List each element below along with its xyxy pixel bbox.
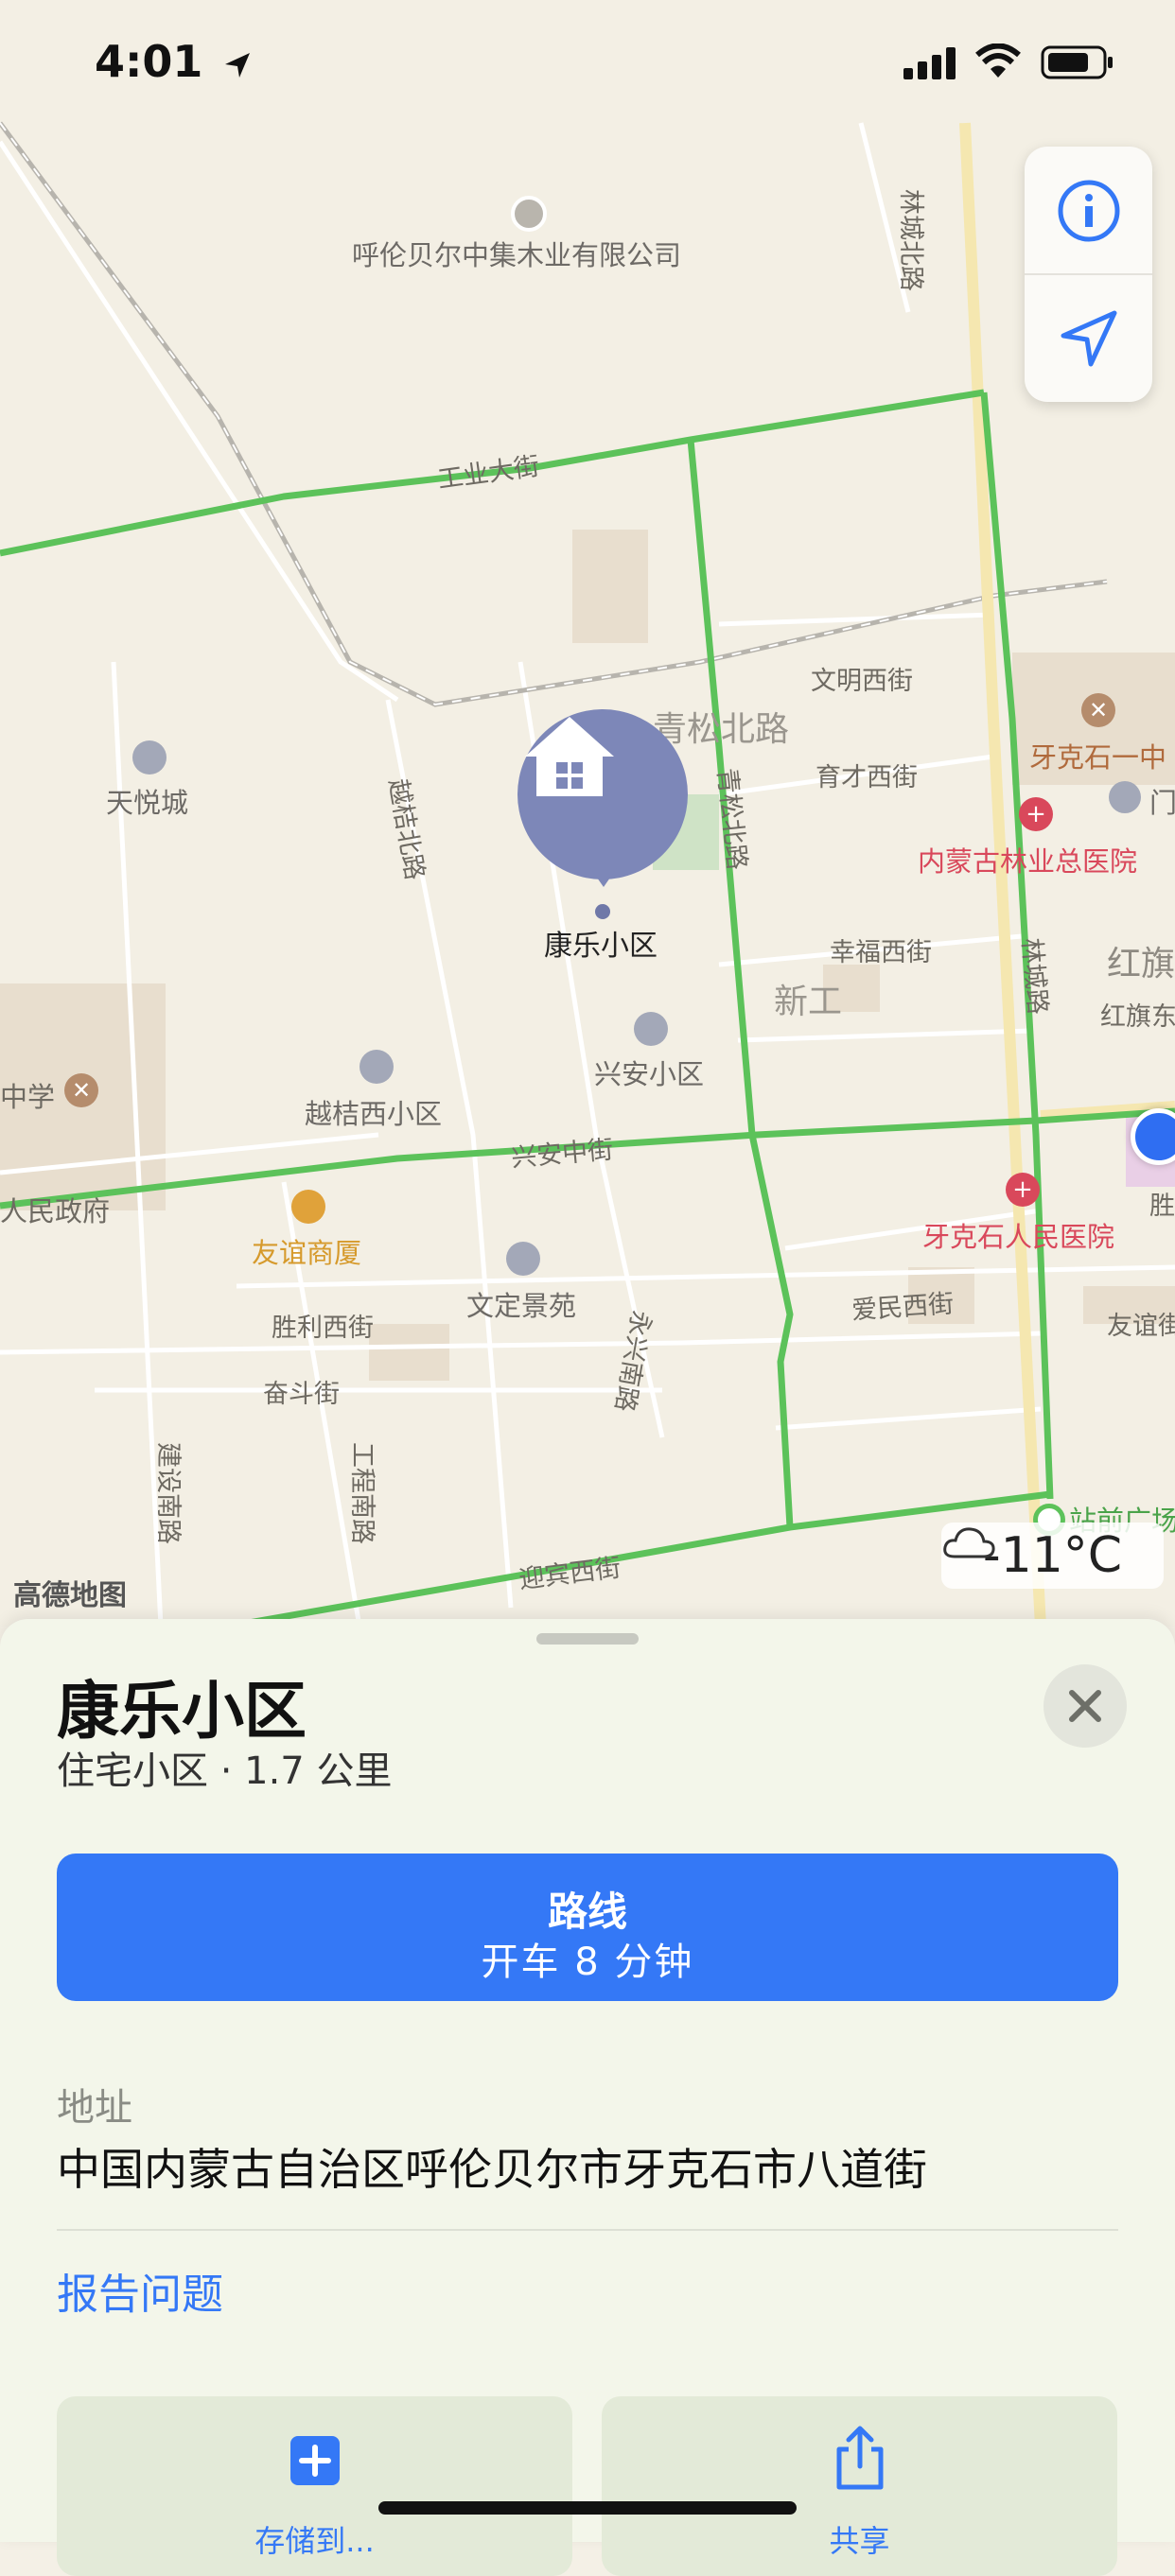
road-label: 奋斗街 xyxy=(263,1380,340,1409)
share-label: 共享 xyxy=(829,2523,890,2559)
divider xyxy=(57,2229,1118,2231)
poi-label[interactable]: 呼伦贝尔中集木业有限公司 xyxy=(352,234,681,273)
save-to-label: 存储到... xyxy=(254,2523,375,2559)
hospital-icon: + xyxy=(1019,797,1053,831)
pin-label[interactable]: 康乐小区 xyxy=(544,922,658,964)
hospital-icon: + xyxy=(1006,1173,1040,1207)
residential-icon xyxy=(132,740,167,775)
share-icon-wrap xyxy=(602,2425,1117,2491)
directions-eta: 开车 8 分钟 xyxy=(481,1941,694,1984)
save-to-button[interactable]: 存储到... xyxy=(57,2396,572,2576)
road-label: 文明西街 xyxy=(811,667,913,696)
status-time: 4:01 xyxy=(95,36,254,87)
road-label: 幸福西街 xyxy=(830,938,932,967)
road-label: 友谊街 xyxy=(1107,1312,1175,1341)
close-icon xyxy=(1069,1690,1101,1722)
plus-icon-wrap xyxy=(57,2434,572,2487)
road-label: 胜 xyxy=(1149,1192,1175,1221)
poi-label[interactable]: 文定景苑 xyxy=(466,1284,576,1324)
selected-place-pin[interactable] xyxy=(517,709,688,879)
road-label: 林城路 xyxy=(1016,936,1053,1017)
area-label: 新工 xyxy=(774,983,843,1021)
road-label: 建设南路 xyxy=(153,1442,183,1544)
sheet-grabber[interactable] xyxy=(536,1633,639,1645)
shopping-icon xyxy=(291,1190,325,1224)
place-title: 康乐小区 xyxy=(57,1675,307,1748)
temperature: -11°C xyxy=(982,1527,1123,1584)
place-card-sheet[interactable]: 康乐小区 住宅小区 · 1.7 公里 路线 开车 8 分钟 地址 中国内蒙古自治… xyxy=(0,1619,1175,2576)
school-icon: ✕ xyxy=(1081,693,1115,727)
poi-label[interactable]: 内蒙古林业总医院 xyxy=(918,840,1137,879)
road-label: 爱民西街 xyxy=(851,1289,956,1326)
address-value[interactable]: 中国内蒙古自治区呼伦贝尔市牙克石市八道街 xyxy=(57,2135,927,2198)
directions-button[interactable]: 路线 开车 8 分钟 xyxy=(57,1854,1118,2001)
poi-label[interactable]: 牙克石人民医院 xyxy=(922,1215,1114,1255)
home-indicator[interactable] xyxy=(378,2501,797,2515)
map-view[interactable]: 工业大街 林城北路 文明西街 青松北路 青松北路 育才西街 越桔北路 幸福西街 … xyxy=(0,0,1175,1627)
weather-badge: -11°C xyxy=(941,1523,1164,1589)
map-brand-logo: 高德地图 xyxy=(13,1579,127,1612)
share-button[interactable]: 共享 xyxy=(602,2396,1117,2576)
map-controls xyxy=(1025,147,1152,402)
share-icon xyxy=(836,2426,883,2490)
road-label: 林城北路 xyxy=(896,189,925,291)
poi-label[interactable]: 人民政府 xyxy=(0,1190,110,1229)
residential-icon xyxy=(360,1050,394,1084)
area-label: 红旗 xyxy=(1107,945,1175,983)
cloud-icon xyxy=(943,1527,995,1558)
info-button[interactable] xyxy=(1025,147,1152,274)
poi-label[interactable]: 牙克石一中 xyxy=(1029,736,1166,775)
road-label: 胜利西街 xyxy=(272,1314,374,1343)
residential-icon xyxy=(634,1012,668,1046)
poi-label[interactable]: 越桔西小区 xyxy=(305,1092,442,1132)
road-label: 青松北路 xyxy=(653,710,790,749)
pin-tail xyxy=(590,868,617,887)
house-icon xyxy=(525,717,614,796)
status-time-text: 4:01 xyxy=(95,36,203,87)
residential-icon xyxy=(1109,781,1141,813)
school-icon: ✕ xyxy=(64,1073,98,1107)
battery-icon xyxy=(1041,45,1113,79)
poi-label[interactable]: 兴安小区 xyxy=(594,1053,704,1092)
company-icon xyxy=(511,196,547,232)
place-subtitle: 住宅小区 · 1.7 公里 xyxy=(57,1749,393,1793)
poi-label[interactable]: 门 xyxy=(1149,781,1175,821)
locate-me-button[interactable] xyxy=(1025,274,1152,402)
status-bar: 4:01 xyxy=(0,0,1175,132)
plus-icon xyxy=(289,2436,340,2485)
cellular-signal-icon xyxy=(903,47,956,79)
wifi-icon xyxy=(975,44,1021,78)
pin-dot xyxy=(595,904,610,919)
road-label: 工程南路 xyxy=(347,1442,377,1544)
road-label: 红旗东 xyxy=(1100,1002,1175,1032)
location-arrow-icon xyxy=(1061,310,1116,366)
close-button[interactable] xyxy=(1043,1664,1127,1748)
poi-label[interactable]: 天悦城 xyxy=(106,781,188,821)
info-icon xyxy=(1058,180,1119,241)
address-label: 地址 xyxy=(57,2086,132,2130)
directions-title: 路线 xyxy=(547,1888,627,1935)
report-issue-link[interactable]: 报告问题 xyxy=(57,2260,223,2321)
poi-label[interactable]: 中学 xyxy=(0,1075,55,1115)
location-arrow-icon xyxy=(225,52,251,78)
road-label: 育才西街 xyxy=(815,763,918,792)
poi-label[interactable]: 友谊商厦 xyxy=(252,1231,361,1271)
residential-icon xyxy=(506,1242,540,1276)
